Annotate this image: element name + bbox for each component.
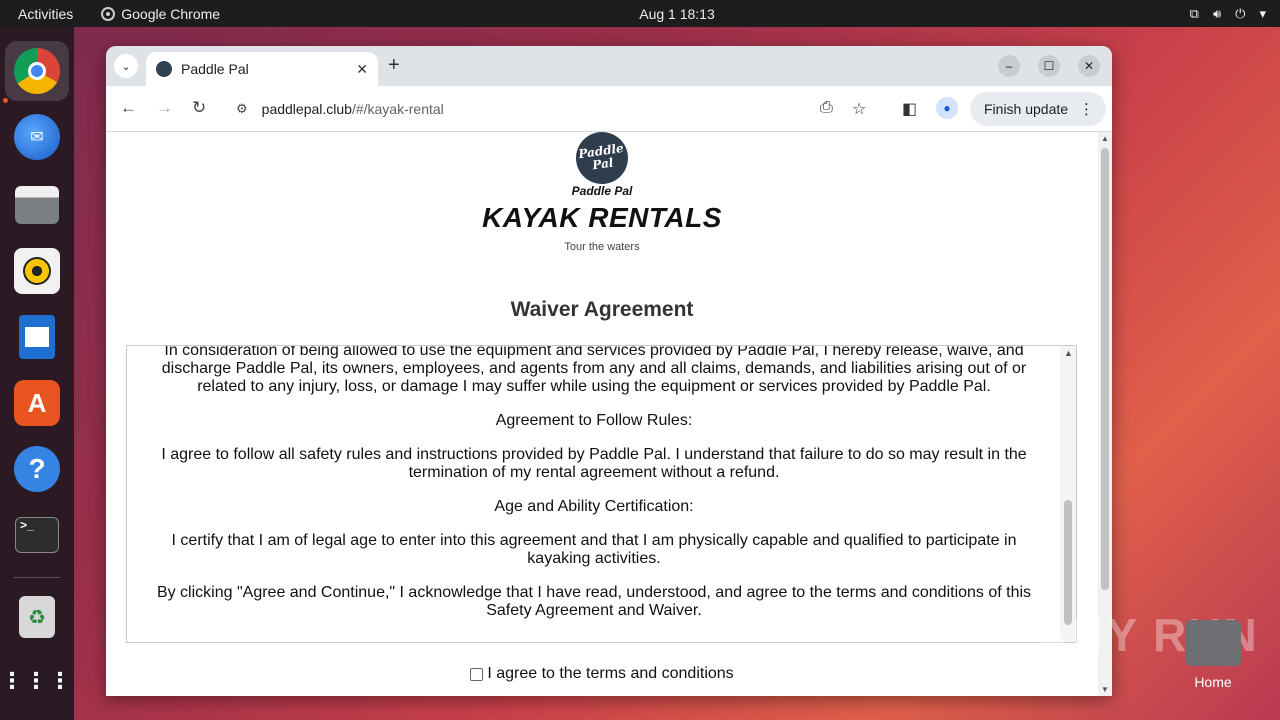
chevron-down-icon: ⌄ [121,60,131,73]
dock-files[interactable] [5,175,69,235]
waiver-paragraph: In consideration of being allowed to use… [161,345,1027,395]
browser-toolbar: ← → ↻ ⚙ paddlepal.club/#/kayak-rental ⎙ … [106,86,1112,132]
page-title: KAYAK RENTALS [482,202,722,233]
waiver-scroll-thumb[interactable] [1064,500,1072,625]
waiver-heading: Waiver Agreement [510,298,694,321]
address-bar[interactable]: ⚙ paddlepal.club/#/kayak-rental [224,93,884,125]
dock-trash[interactable]: ♻ [5,587,69,647]
tab-paddle-pal[interactable]: Paddle Pal ✕ [146,52,378,86]
arrow-right-icon: → [156,98,173,117]
profile-avatar-icon[interactable]: ● [936,97,958,119]
waiver-paragraph: By clicking "Agree and Continue," I ackn… [156,584,1032,619]
waiver-textbox[interactable]: In consideration of being allowed to use… [126,345,1077,643]
dock-terminal[interactable]: >_ [5,505,69,565]
url-path: /#/kayak-rental [351,101,444,117]
terminal-icon: >_ [15,517,59,553]
logo-line2: Pal [591,155,615,173]
url-host: paddlepal.club [261,101,352,117]
logo-caption: Paddle Pal [571,184,633,198]
dock-help[interactable]: ? [5,439,69,499]
reload-icon: ↻ [192,98,207,117]
minimize-button[interactable]: – [998,55,1020,77]
running-indicator [3,98,8,103]
forward-button[interactable]: → [156,98,173,118]
thunderbird-icon: ✉ [14,114,60,160]
waiver-paragraph: I agree to follow all safety rules and i… [161,446,1027,481]
page-scroll-thumb[interactable] [1101,148,1109,590]
power-icon: ⏻ [1235,5,1246,21]
folder-icon [1185,620,1241,666]
agree-label[interactable]: I agree to the terms and conditions [487,665,733,683]
agree-checkbox[interactable] [470,667,484,681]
writer-icon [19,315,55,359]
new-tab-button[interactable]: + [388,54,400,77]
tab-strip: ⌄ Paddle Pal ✕ + – ☐ ✕ [106,46,1112,86]
dock: ✉ A ? >_ ♻ ⋮⋮⋮ [0,27,74,720]
side-panel-icon[interactable]: ◧ [902,99,917,119]
dock-writer[interactable] [5,307,69,367]
files-icon [15,186,59,224]
home-folder-desktop-icon[interactable]: Home [1184,620,1242,692]
close-icon: ✕ [1083,59,1095,73]
dock-rhythmbox[interactable] [5,241,69,301]
finish-update-label: Finish update [984,101,1069,117]
dock-thunderbird[interactable]: ✉ [5,107,69,167]
site-settings-icon[interactable]: ⚙ [236,101,248,117]
chrome-icon [14,48,60,94]
waiver-paragraph: Agreement to Follow Rules: [495,412,693,429]
back-button[interactable]: ← [120,98,137,118]
help-icon: ? [14,446,60,492]
page-subtitle: Tour the waters [564,241,640,253]
maximize-button[interactable]: ☐ [1038,55,1060,77]
top-bar: Activities Google Chrome Aug 1 18:13 ⧉ 🔊… [0,0,1280,27]
app-center-icon: A [14,380,60,426]
waiver-paragraph: Age and Ability Certification: [494,498,694,515]
plus-icon: + [388,54,400,76]
scroll-up-icon[interactable]: ▲ [1064,348,1073,358]
install-app-icon[interactable]: ⎙ [820,99,833,117]
scroll-down-icon[interactable]: ▼ [1101,685,1109,694]
scroll-up-icon[interactable]: ▲ [1101,134,1109,143]
close-tab-icon[interactable]: ✕ [356,61,368,78]
paddle-pal-logo: Paddle Pal [572,128,632,188]
more-menu-icon[interactable]: ⋮ [1079,100,1094,118]
rhythmbox-icon [14,248,60,294]
arrow-left-icon: ← [120,98,137,117]
maximize-icon: ☐ [1043,59,1055,73]
chevron-down-icon: ▾ [1259,5,1266,21]
dock-separator [14,577,60,578]
clock[interactable]: Aug 1 18:13 [0,6,1280,22]
browser-window: ⌄ Paddle Pal ✕ + – ☐ ✕ ← → ↻ ⚙ paddlepal… [106,46,1112,696]
agree-row: I agree to the terms and conditions [106,665,1098,683]
network-icon: ⧉ [1189,5,1199,21]
page-content: Paddle Pal Paddle Pal KAYAK RENTALS Tour… [106,128,1098,696]
dock-app-center[interactable]: A [5,373,69,433]
tab-title: Paddle Pal [181,61,249,77]
finish-update-button[interactable]: Finish update ⋮ [970,92,1106,126]
apps-grid-icon: ⋮⋮⋮ [1,668,73,693]
waiver-text: In consideration of being allowed to use… [127,345,1061,636]
dock-apps-grid[interactable]: ⋮⋮⋮ [1,651,73,711]
bookmark-star-icon[interactable]: ☆ [852,99,866,119]
trash-icon: ♻ [19,596,55,638]
waiver-scrollbar[interactable]: ▲ [1060,346,1076,642]
favicon-icon [156,61,172,77]
waiver-paragraph: I certify that I am of legal age to ente… [171,532,1017,567]
dock-chrome[interactable] [5,41,69,101]
close-window-button[interactable]: ✕ [1078,55,1100,77]
home-label: Home [1194,674,1232,690]
minimize-icon: – [1005,59,1013,73]
system-tray[interactable]: ⧉ 🔊︎ ⏻ ▾ [1190,6,1266,22]
tab-search-button[interactable]: ⌄ [114,54,138,78]
volume-icon: 🔊︎ [1212,5,1222,21]
reload-button[interactable]: ↻ [192,98,206,118]
